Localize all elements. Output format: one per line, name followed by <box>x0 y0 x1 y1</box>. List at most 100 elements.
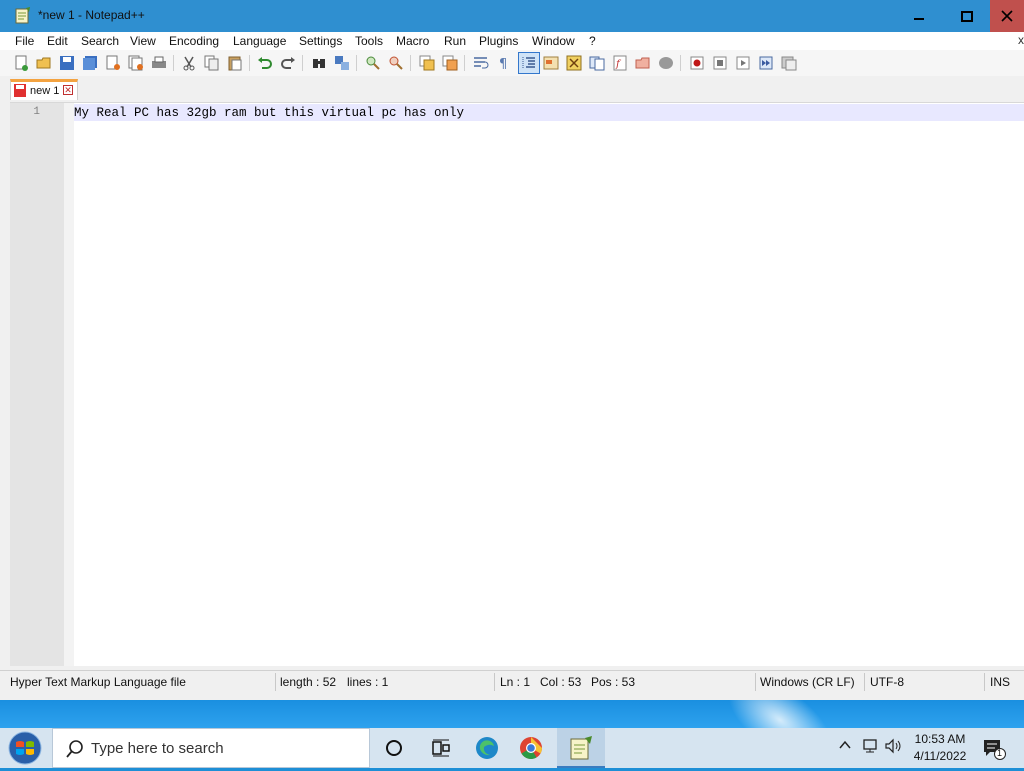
tab-close-icon[interactable]: ✕ <box>63 85 73 95</box>
menu-tools[interactable]: Tools <box>355 34 383 48</box>
status-divider <box>984 673 985 691</box>
tab-new-1[interactable]: new 1 ✕ <box>10 79 78 100</box>
search-placeholder: Type here to search <box>91 740 224 757</box>
status-divider <box>755 673 756 691</box>
print-icon[interactable] <box>150 54 168 72</box>
macro-save-icon[interactable] <box>780 54 798 72</box>
status-divider <box>275 673 276 691</box>
undo-icon[interactable] <box>256 54 274 72</box>
notepadpp-taskbar-icon[interactable] <box>566 733 596 763</box>
status-pos: Pos : 53 <box>591 675 636 689</box>
menu-window[interactable]: Window <box>532 34 575 48</box>
notification-count-badge: 1 <box>997 748 1003 758</box>
close-button[interactable] <box>990 0 1024 32</box>
function-list-icon[interactable]: f <box>611 54 629 72</box>
toolbar-separator <box>410 55 411 71</box>
status-insert-mode[interactable]: INS <box>990 675 1010 689</box>
menu-macro[interactable]: Macro <box>396 34 429 48</box>
sync-vertical-icon[interactable] <box>418 54 436 72</box>
save-all-icon[interactable] <box>81 54 99 72</box>
macro-run-multiple-icon[interactable] <box>757 54 775 72</box>
menu-settings[interactable]: Settings <box>299 34 342 48</box>
document-close-button[interactable]: x <box>1018 33 1024 47</box>
status-length: length : 52 <box>280 675 337 689</box>
status-col: Col : 53 <box>540 675 582 689</box>
unsaved-file-icon <box>14 84 26 97</box>
desktop-background <box>0 700 1024 728</box>
save-icon[interactable] <box>58 54 76 72</box>
paste-icon[interactable] <box>226 54 244 72</box>
document-map-icon[interactable] <box>565 54 583 72</box>
menu-plugins[interactable]: Plugins <box>479 34 518 48</box>
cut-icon[interactable] <box>180 54 198 72</box>
user-defined-language-icon[interactable] <box>542 54 560 72</box>
show-all-characters-icon[interactable]: ¶ <box>495 54 513 72</box>
minimize-button[interactable] <box>896 0 942 32</box>
sync-horizontal-icon[interactable] <box>441 54 459 72</box>
status-language: Hyper Text Markup Language file <box>10 675 186 689</box>
network-icon[interactable] <box>862 738 880 757</box>
close-all-icon[interactable] <box>127 54 145 72</box>
status-ln: Ln : 1 <box>500 675 531 689</box>
monitoring-icon[interactable] <box>657 54 675 72</box>
maximize-button[interactable] <box>944 0 990 32</box>
action-center-icon[interactable]: 1 <box>982 738 1006 760</box>
redo-icon[interactable] <box>279 54 297 72</box>
task-view-icon[interactable] <box>426 733 456 763</box>
find-icon[interactable] <box>310 54 328 72</box>
macro-play-icon[interactable] <box>734 54 752 72</box>
document-list-icon[interactable] <box>588 54 606 72</box>
menu-run[interactable]: Run <box>444 34 466 48</box>
show-hidden-icons-chevron-icon[interactable] <box>838 738 852 755</box>
windows-start-icon <box>8 731 42 765</box>
copy-icon[interactable] <box>203 54 221 72</box>
toolbar-separator <box>356 55 357 71</box>
word-wrap-icon[interactable] <box>472 54 490 72</box>
macro-record-icon[interactable] <box>688 54 706 72</box>
menu-search[interactable]: Search <box>81 34 119 48</box>
open-file-icon[interactable] <box>35 54 53 72</box>
zoom-out-icon[interactable] <box>387 54 405 72</box>
notepadpp-app-icon[interactable] <box>14 6 32 24</box>
toolbar-separator <box>173 55 174 71</box>
status-eol[interactable]: Windows (CR LF) <box>760 675 855 689</box>
tab-bar: new 1 ✕ <box>0 76 1024 102</box>
search-icon <box>65 739 85 759</box>
start-button[interactable] <box>6 730 44 766</box>
taskbar-search-box[interactable]: Type here to search <box>52 728 370 768</box>
status-divider <box>494 673 495 691</box>
macro-stop-icon[interactable] <box>711 54 729 72</box>
menu-encoding[interactable]: Encoding <box>169 34 219 48</box>
close-file-icon[interactable] <box>104 54 122 72</box>
toolbar: ¶ f <box>0 50 1024 76</box>
chrome-browser-icon[interactable] <box>516 733 546 763</box>
title-bar[interactable]: *new 1 - Notepad++ <box>0 0 1024 32</box>
close-icon <box>1001 10 1013 22</box>
status-bar: Hyper Text Markup Language file length :… <box>0 670 1024 693</box>
clock-time: 10:53 AM <box>914 732 966 746</box>
menu-file[interactable]: File <box>15 34 34 48</box>
toolbar-separator <box>249 55 250 71</box>
new-file-icon[interactable] <box>12 54 30 72</box>
system-clock[interactable]: 10:53 AM 4/11/2022 <box>908 731 972 765</box>
toolbar-separator <box>464 55 465 71</box>
menu-edit[interactable]: Edit <box>47 34 68 48</box>
menu-view[interactable]: View <box>130 34 156 48</box>
menu-help[interactable]: ? <box>589 34 596 48</box>
text-editor[interactable]: 1 My Real PC has 32gb ram but this virtu… <box>10 102 1024 666</box>
wallpaper-glow <box>713 700 847 728</box>
line-number: 1 <box>33 106 40 118</box>
cortana-icon[interactable] <box>379 733 409 763</box>
fold-margin[interactable] <box>64 103 74 666</box>
replace-icon[interactable] <box>333 54 351 72</box>
edge-browser-icon[interactable] <box>472 733 502 763</box>
taskbar: Type here to search 10:53 AM 4/11/2022 1 <box>0 728 1024 768</box>
menu-language[interactable]: Language <box>233 34 286 48</box>
clock-date: 4/11/2022 <box>913 749 967 763</box>
folder-as-workspace-icon[interactable] <box>634 54 652 72</box>
toolbar-separator <box>680 55 681 71</box>
indent-guide-icon[interactable] <box>518 52 540 74</box>
zoom-in-icon[interactable] <box>364 54 382 72</box>
volume-icon[interactable] <box>884 738 904 757</box>
editor-line[interactable]: My Real PC has 32gb ram but this virtual… <box>74 106 464 120</box>
